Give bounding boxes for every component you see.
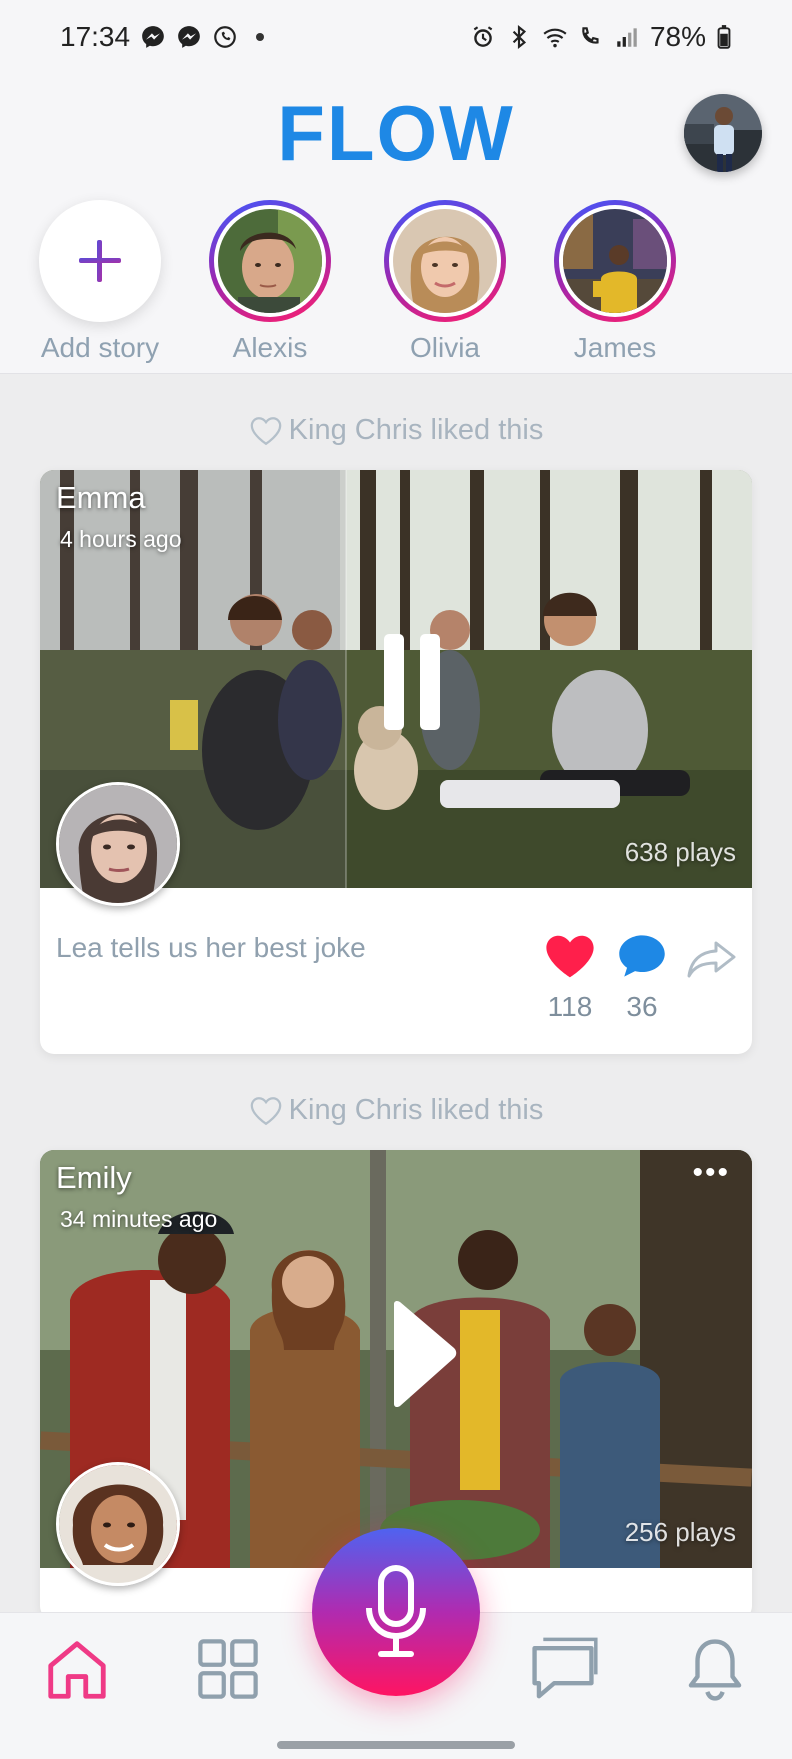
post-author-avatar[interactable] bbox=[56, 1462, 180, 1586]
post-card: Emma 4 hours ago 638 plays Lea tells us … bbox=[40, 470, 752, 1054]
story-avatar bbox=[218, 209, 322, 313]
story-ring bbox=[384, 200, 506, 322]
story-label: James bbox=[573, 332, 657, 363]
status-bar: 17:34 78% bbox=[0, 0, 792, 74]
nav-home[interactable] bbox=[42, 1635, 112, 1710]
story-avatar bbox=[563, 209, 667, 313]
stories-row: Add story Alexis Olivia James bbox=[0, 200, 792, 370]
status-time: 17:34 bbox=[60, 21, 131, 52]
profile-avatar[interactable] bbox=[684, 94, 762, 172]
whatsapp-icon bbox=[214, 26, 236, 48]
story-ring bbox=[209, 200, 331, 322]
heart-outline-icon bbox=[250, 1096, 281, 1125]
post-footer: Lea tells us her best joke 118 36 bbox=[40, 888, 752, 1054]
post-author: Emily bbox=[56, 1160, 132, 1195]
plus-icon bbox=[79, 240, 121, 282]
more-options-icon[interactable]: ••• bbox=[692, 1156, 730, 1190]
comment-count: 36 bbox=[626, 991, 658, 1022]
wifi-icon bbox=[543, 28, 567, 48]
post-time: 4 hours ago bbox=[60, 526, 182, 552]
like-count: 118 bbox=[547, 991, 593, 1022]
grid-icon[interactable] bbox=[194, 1635, 262, 1703]
liked-by-text: King Chris liked this bbox=[288, 1094, 544, 1126]
bell-icon[interactable] bbox=[682, 1635, 748, 1705]
pause-icon[interactable] bbox=[384, 634, 440, 730]
add-story-label: Add story bbox=[40, 332, 160, 363]
status-left: 17:34 bbox=[60, 21, 265, 53]
battery-icon bbox=[717, 25, 731, 49]
comment-action[interactable]: 36 bbox=[612, 932, 672, 1023]
post-time: 34 minutes ago bbox=[60, 1206, 218, 1232]
app-header: FLOW Add story Alexis Olivia James bbox=[0, 74, 792, 374]
like-action[interactable]: 118 bbox=[540, 932, 600, 1023]
home-indicator[interactable] bbox=[277, 1741, 515, 1749]
story-label: Alexis bbox=[232, 332, 308, 363]
signal-icon bbox=[617, 28, 637, 47]
story-label: Olivia bbox=[409, 332, 480, 363]
add-story-button[interactable] bbox=[39, 200, 161, 322]
post-author-avatar[interactable] bbox=[56, 782, 180, 906]
share-action[interactable] bbox=[682, 938, 742, 985]
bluetooth-icon bbox=[512, 24, 526, 50]
home-icon[interactable] bbox=[42, 1635, 112, 1705]
liked-by-row: King Chris liked this bbox=[0, 1094, 792, 1127]
play-icon[interactable] bbox=[388, 1300, 458, 1410]
story-alexis[interactable]: Alexis bbox=[195, 200, 345, 364]
post-plays: 638 plays bbox=[624, 837, 736, 867]
post-title: Lea tells us her best joke bbox=[56, 932, 366, 963]
comment-icon[interactable] bbox=[616, 932, 668, 980]
share-icon[interactable] bbox=[686, 938, 738, 980]
battery-percent: 78% bbox=[649, 21, 706, 52]
nav-grid[interactable] bbox=[194, 1635, 262, 1708]
status-right: 78% bbox=[470, 21, 732, 53]
messenger-icon bbox=[142, 26, 164, 48]
add-story[interactable]: Add story bbox=[25, 200, 175, 364]
story-ring bbox=[554, 200, 676, 322]
record-button[interactable] bbox=[312, 1528, 480, 1696]
nav-chat[interactable] bbox=[528, 1635, 598, 1710]
chat-icon[interactable] bbox=[528, 1635, 598, 1705]
notification-dot bbox=[256, 33, 265, 41]
microphone-icon bbox=[366, 1565, 426, 1657]
nav-notifications[interactable] bbox=[682, 1635, 748, 1710]
liked-by-row: King Chris liked this bbox=[0, 414, 792, 447]
messenger-icon bbox=[178, 26, 200, 48]
wifi-call-icon bbox=[582, 27, 599, 44]
liked-by-text: King Chris liked this bbox=[288, 414, 544, 446]
post-author: Emma bbox=[56, 480, 146, 515]
story-olivia[interactable]: Olivia bbox=[370, 200, 520, 364]
heart-icon[interactable] bbox=[543, 932, 597, 980]
alarm-icon bbox=[473, 26, 493, 47]
post-plays: 256 plays bbox=[624, 1517, 736, 1547]
story-james[interactable]: James bbox=[540, 200, 690, 364]
story-avatar bbox=[393, 209, 497, 313]
profile-photo bbox=[684, 94, 762, 172]
app-logo: FLOW bbox=[277, 89, 515, 177]
heart-outline-icon bbox=[250, 416, 281, 445]
